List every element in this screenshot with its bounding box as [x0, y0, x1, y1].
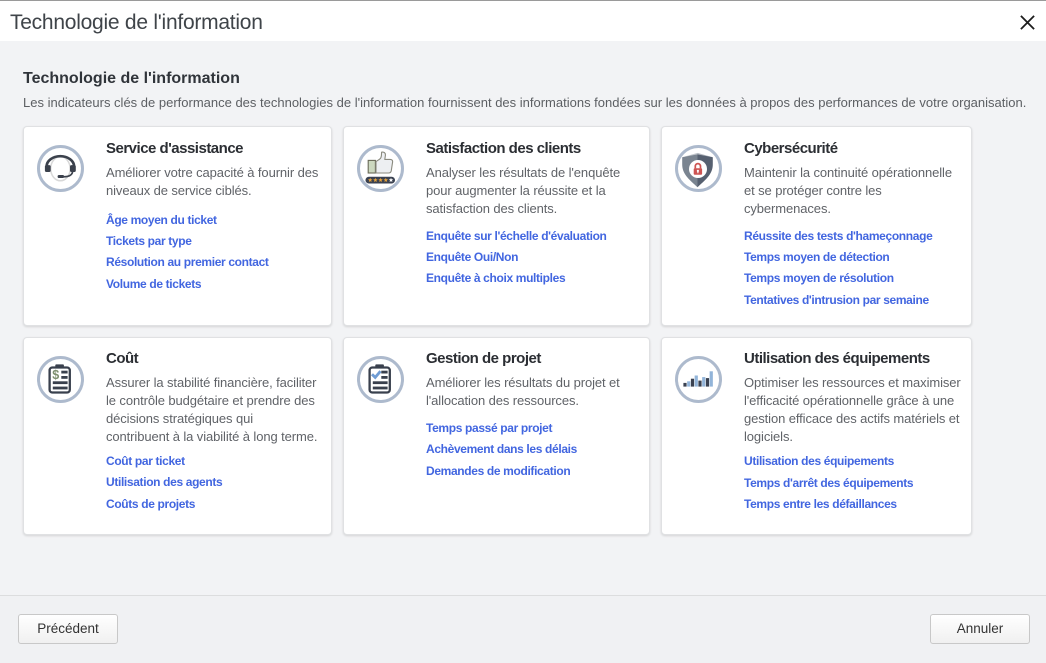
svg-text:$: $: [52, 368, 59, 382]
